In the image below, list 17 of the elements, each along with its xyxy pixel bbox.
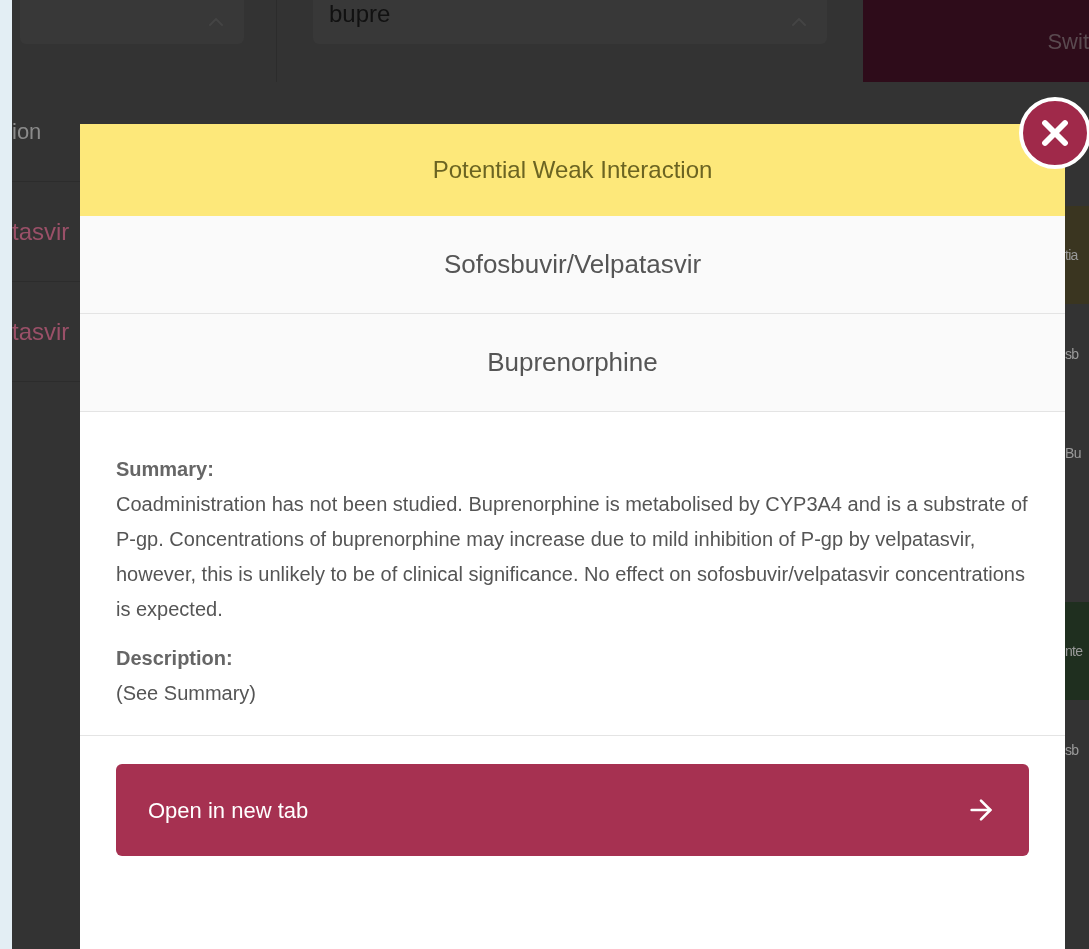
open-in-new-tab-button[interactable]: Open in new tab <box>116 764 1029 856</box>
section-heading: Summary: <box>116 457 215 482</box>
result-text: tia <box>1065 245 1078 265</box>
column-label: ion <box>12 118 42 146</box>
result-text: sb <box>1065 740 1079 760</box>
result-text: Bu <box>1065 443 1081 463</box>
result-text: nte <box>1065 641 1083 661</box>
switch-button[interactable]: Swit <box>863 0 1089 82</box>
result-text: sb <box>1065 344 1079 364</box>
section-text: (See Summary) <box>116 681 258 706</box>
severity-banner: Potential Weak Interaction <box>80 124 1065 216</box>
drug-name: Buprenorphine <box>80 314 1065 412</box>
drug-name: tasvir <box>12 216 70 247</box>
section-text: Coadministration has not been studied. Buprenorphine is metabolised by CYP3A4 and is a substrate of P-gp. Concentrations of buprenorphine may increase due to mild inhibition of P-gp by velpatasvir, however, this is unlikely to be of clinical significance. No effect on sofosbuvir/velpatasvir concentrations is expected. <box>116 492 1029 622</box>
drug-name: Sofosbuvir/Velpatasvir <box>80 216 1065 314</box>
drug-name: tasvir <box>12 316 70 347</box>
section-heading: Description: <box>116 646 234 671</box>
